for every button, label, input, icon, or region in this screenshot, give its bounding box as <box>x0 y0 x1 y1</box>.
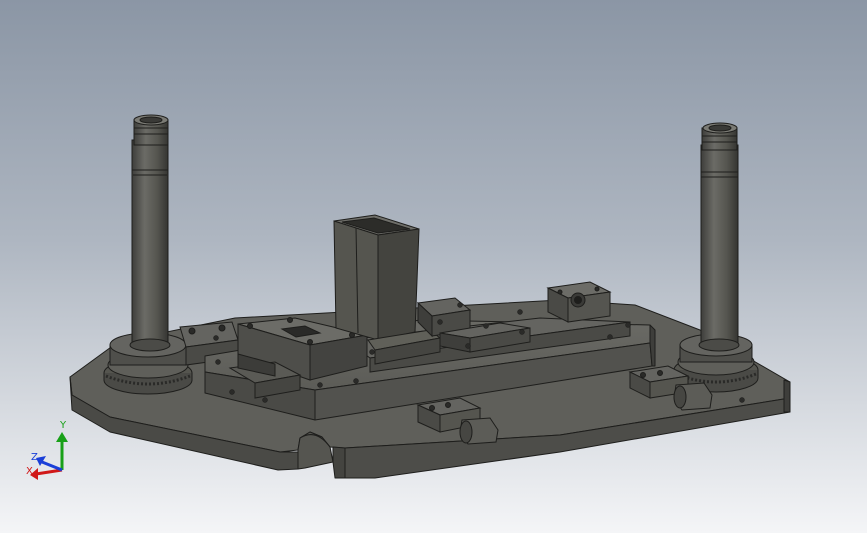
model-view[interactable]: Y X Z <box>0 0 867 533</box>
x-axis-label: X <box>26 466 33 477</box>
hollow-punch[interactable] <box>333 214 420 341</box>
graphics-viewport[interactable]: Y X Z <box>0 0 867 533</box>
z-axis-label: Z <box>31 452 38 463</box>
bearing-block[interactable] <box>546 281 612 323</box>
y-axis-label: Y <box>59 420 67 431</box>
